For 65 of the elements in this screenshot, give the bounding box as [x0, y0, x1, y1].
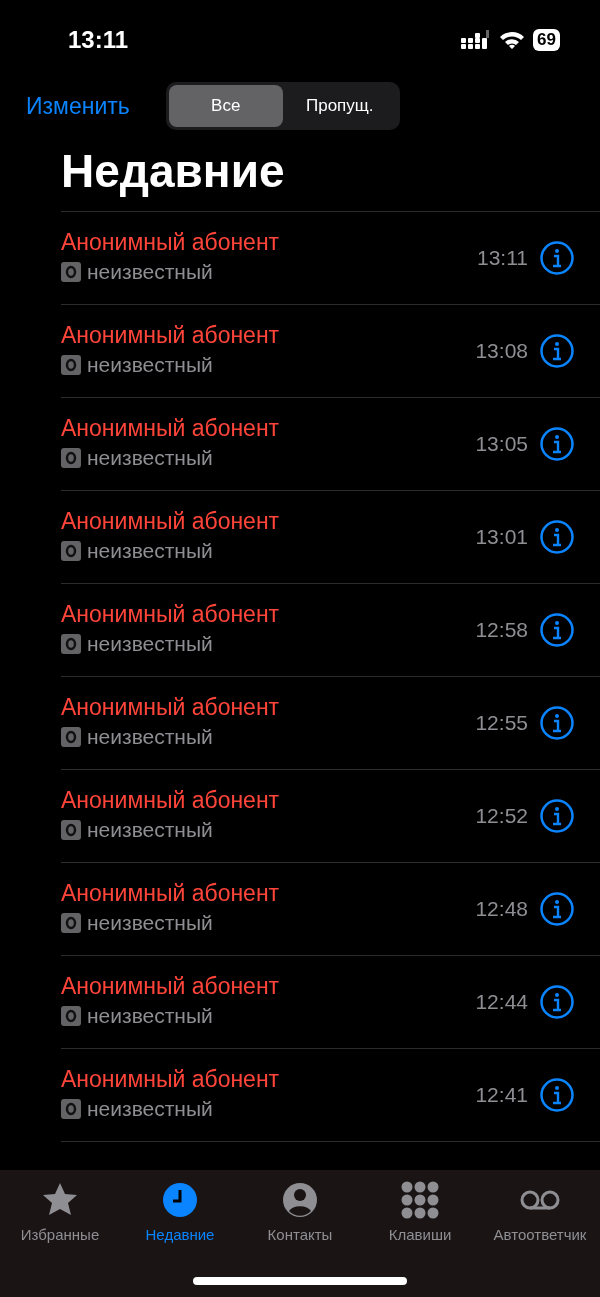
tab-bar-item[interactable]: Избранные	[0, 1180, 120, 1297]
signal-icon	[461, 30, 492, 50]
wifi-icon	[499, 30, 526, 50]
call-type-icon	[61, 633, 81, 654]
call-type-icon	[61, 726, 81, 747]
call-time: 13:08	[475, 337, 528, 364]
call-type: неизвестный	[87, 351, 213, 378]
info-icon[interactable]	[540, 333, 574, 368]
call-type: неизвестный	[87, 816, 213, 843]
tab-bar-item[interactable]: Клавиши	[360, 1180, 480, 1297]
info-icon[interactable]	[540, 891, 574, 926]
call-type-icon	[61, 261, 81, 282]
caller-name: Анонимный абонент	[61, 878, 280, 907]
caller-name: Анонимный абонент	[61, 785, 280, 814]
call-type-icon	[61, 912, 81, 933]
call-type: неизвестный	[87, 723, 213, 750]
call-type: неизвестный	[87, 630, 213, 657]
call-type-icon	[61, 540, 81, 561]
caller-name: Анонимный абонент	[61, 320, 280, 349]
info-icon[interactable]	[540, 798, 574, 833]
call-time: 12:48	[475, 895, 528, 922]
call-time: 12:52	[475, 802, 528, 829]
info-icon[interactable]	[540, 984, 574, 1019]
caller-name: Анонимный абонент	[61, 599, 280, 628]
call-type: неизвестный	[87, 1002, 213, 1029]
call-type-icon	[61, 354, 81, 375]
call-time: 12:44	[475, 988, 528, 1015]
info-icon[interactable]	[540, 612, 574, 647]
call-type-icon	[61, 1005, 81, 1026]
tab-bar-item[interactable]: Недавние	[120, 1180, 240, 1297]
clock-icon	[160, 1180, 200, 1220]
info-icon[interactable]	[540, 426, 574, 461]
caller-name: Анонимный абонент	[61, 692, 280, 721]
call-type: неизвестный	[87, 537, 213, 564]
edit-button[interactable]: Изменить	[26, 88, 130, 124]
call-type: неизвестный	[87, 1095, 213, 1122]
filter-tab[interactable]: Все	[168, 85, 283, 127]
keypad-icon	[400, 1180, 440, 1220]
caller-name: Анонимный абонент	[61, 1064, 280, 1093]
call-time: 13:05	[475, 430, 528, 457]
caller-name: Анонимный абонент	[61, 413, 280, 442]
call-time: 12:41	[475, 1081, 528, 1108]
call-type-icon	[61, 819, 81, 840]
caller-name: Анонимный абонент	[61, 227, 280, 256]
caller-name: Анонимный абонент	[61, 971, 280, 1000]
info-icon[interactable]	[540, 519, 574, 554]
page-title: Недавние	[60, 144, 286, 199]
battery-level: 69	[533, 29, 560, 51]
info-icon[interactable]	[540, 1077, 574, 1112]
call-type: неизвестный	[87, 444, 213, 471]
call-time: 13:01	[475, 523, 528, 550]
person-icon	[280, 1180, 320, 1220]
caller-name: Анонимный абонент	[61, 506, 280, 535]
info-icon[interactable]	[540, 705, 574, 740]
call-time: 12:55	[475, 709, 528, 736]
info-icon[interactable]	[540, 240, 574, 275]
call-time: 12:58	[475, 616, 528, 643]
filter-tab[interactable]: Пропущ.	[282, 85, 397, 127]
tab-bar-item[interactable]: Автоответчик	[480, 1180, 600, 1297]
call-time: 13:11	[477, 244, 528, 271]
call-type: неизвестный	[87, 258, 213, 285]
call-type: неизвестный	[87, 909, 213, 936]
call-type-icon	[61, 447, 81, 468]
call-type-icon	[61, 1098, 81, 1119]
status-time: 13:11	[68, 25, 129, 55]
